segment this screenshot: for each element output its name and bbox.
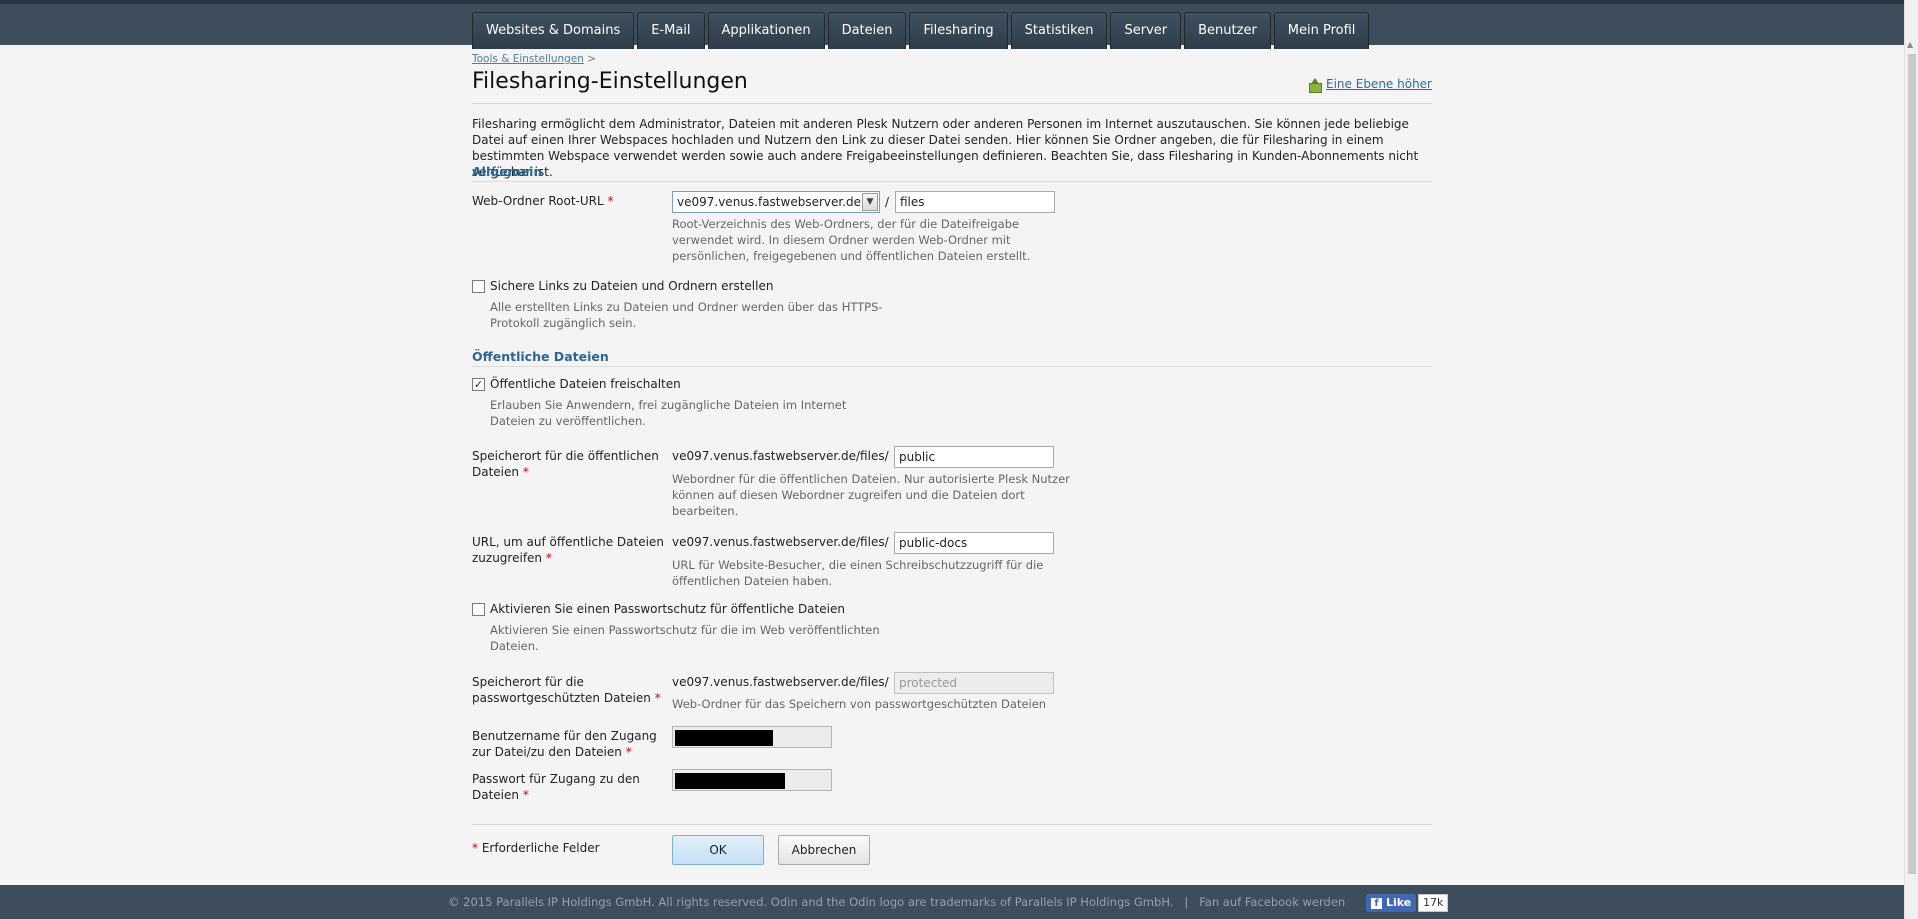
protected-location-input[interactable]: protected bbox=[894, 672, 1054, 694]
title-divider bbox=[472, 103, 1432, 104]
root-url-separator: / bbox=[885, 195, 890, 209]
facebook-fan-link[interactable]: Fan auf Facebook werden bbox=[1199, 895, 1345, 909]
tab-statistics[interactable]: Statistiken bbox=[1010, 12, 1108, 49]
password-input[interactable] bbox=[672, 769, 832, 791]
required-marker: * bbox=[545, 551, 552, 565]
redacted-value bbox=[675, 773, 785, 789]
breadcrumb-link-tools-settings[interactable]: Tools & Einstellungen bbox=[472, 53, 584, 65]
root-url-label: Web-Ordner Root-URL * bbox=[472, 193, 662, 209]
root-url-label-text: Web-Ordner Root-URL bbox=[472, 194, 604, 208]
tab-users[interactable]: Benutzer bbox=[1184, 12, 1271, 49]
redacted-value bbox=[675, 730, 773, 746]
enable-public-files-label: Öffentliche Dateien freischalten bbox=[490, 377, 681, 391]
required-marker: * bbox=[472, 841, 478, 855]
username-label: Benutzername für den Zugang zur Datei/zu… bbox=[472, 728, 667, 760]
tab-email[interactable]: E-Mail bbox=[637, 12, 705, 49]
secure-links-hint: Alle erstellten Links zu Dateien und Ord… bbox=[490, 300, 883, 330]
ok-button[interactable]: OK bbox=[672, 835, 764, 865]
tab-files[interactable]: Dateien bbox=[827, 12, 907, 49]
up-level-link[interactable]: Eine Ebene höher bbox=[1308, 77, 1432, 93]
top-navigation-bar: Websites & Domains E-Mail Applikationen … bbox=[0, 0, 1918, 49]
tab-server[interactable]: Server bbox=[1110, 12, 1182, 49]
enable-public-files-checkbox[interactable]: ✓ bbox=[472, 378, 485, 391]
username-input[interactable] bbox=[672, 726, 832, 748]
root-url-folder-input[interactable]: files bbox=[895, 191, 1055, 213]
public-url-input[interactable]: public-docs bbox=[894, 532, 1054, 554]
protected-location-label: Speicherort für die passwortgeschützten … bbox=[472, 674, 667, 706]
protected-location-hint: Web-Ordner für das Speichern von passwor… bbox=[672, 697, 1047, 711]
cancel-button[interactable]: Abbrechen bbox=[778, 835, 870, 865]
public-url-hint: URL für Website-Besucher, die einen Schr… bbox=[672, 558, 1044, 588]
breadcrumb: Tools & Einstellungen > bbox=[472, 53, 596, 65]
level-up-icon bbox=[1308, 77, 1323, 93]
up-level-label: Eine Ebene höher bbox=[1326, 77, 1432, 91]
section-title-general: Allgemein bbox=[472, 164, 1432, 182]
footer-divider: | bbox=[1184, 895, 1189, 909]
facebook-like-button[interactable]: f Like bbox=[1366, 894, 1417, 912]
protected-location-prefix: ve097.venus.fastwebserver.de/files/ bbox=[672, 675, 889, 689]
password-label-text: Passwort für Zugang zu den Dateien bbox=[472, 772, 640, 802]
public-url-prefix: ve097.venus.fastwebserver.de/files/ bbox=[672, 535, 889, 549]
required-marker: * bbox=[522, 788, 529, 802]
password-protect-checkbox[interactable] bbox=[472, 603, 485, 616]
required-fields-note: * Erforderliche Felder bbox=[472, 840, 600, 856]
required-marker: * bbox=[654, 691, 661, 705]
password-protect-label: Aktivieren Sie einen Passwortschutz für … bbox=[490, 602, 845, 616]
like-count: 17k bbox=[1418, 894, 1449, 912]
tab-filesharing[interactable]: Filesharing bbox=[909, 12, 1008, 49]
public-location-input[interactable]: public bbox=[894, 446, 1054, 468]
scroll-up-icon[interactable]: ▲ bbox=[1907, 40, 1913, 49]
password-label: Passwort für Zugang zu den Dateien * bbox=[472, 771, 667, 803]
secure-links-checkbox[interactable] bbox=[472, 280, 485, 293]
form-divider bbox=[472, 824, 1432, 825]
main-nav: Websites & Domains E-Mail Applikationen … bbox=[472, 12, 1372, 49]
public-location-hint: Webordner für die öffentlichen Dateien. … bbox=[672, 472, 1070, 518]
root-url-hint: Root-Verzeichnis des Web-Ordners, der fü… bbox=[672, 217, 1031, 263]
tab-my-profile[interactable]: Mein Profil bbox=[1273, 12, 1370, 49]
required-marker: * bbox=[625, 745, 632, 759]
required-marker: * bbox=[522, 465, 529, 479]
root-url-domain-select[interactable]: ve097.venus.fastwebserver.de ▼ bbox=[672, 191, 880, 213]
required-marker: * bbox=[607, 194, 614, 208]
public-url-label-text: URL, um auf öffentliche Dateien zuzugrei… bbox=[472, 535, 664, 565]
scrollbar-thumb[interactable] bbox=[1908, 54, 1916, 874]
tab-websites-domains[interactable]: Websites & Domains bbox=[472, 12, 635, 49]
breadcrumb-separator: > bbox=[587, 53, 597, 65]
chevron-down-icon: ▼ bbox=[862, 193, 878, 211]
copyright-text: © 2015 Parallels IP Holdings GmbH. All r… bbox=[448, 895, 1174, 909]
facebook-icon: f bbox=[1371, 897, 1382, 909]
enable-public-files-hint: Erlauben Sie Anwendern, frei zugängliche… bbox=[490, 398, 847, 428]
public-location-label: Speicherort für die öffentlichen Dateien… bbox=[472, 448, 667, 480]
footer: © 2015 Parallels IP Holdings GmbH. All r… bbox=[0, 885, 1904, 919]
public-location-label-text: Speicherort für die öffentlichen Dateien bbox=[472, 449, 659, 479]
public-url-label: URL, um auf öffentliche Dateien zuzugrei… bbox=[472, 534, 667, 566]
required-fields-text: Erforderliche Felder bbox=[481, 841, 600, 855]
footer-text: © 2015 Parallels IP Holdings GmbH. All r… bbox=[448, 885, 1345, 919]
like-label: Like bbox=[1386, 896, 1412, 909]
password-protect-hint: Aktivieren Sie einen Passwortschutz für … bbox=[490, 623, 880, 653]
public-location-prefix: ve097.venus.fastwebserver.de/files/ bbox=[672, 449, 889, 463]
root-url-domain-value: ve097.venus.fastwebserver.de bbox=[677, 195, 862, 209]
tab-applications[interactable]: Applikationen bbox=[707, 12, 825, 49]
section-title-public-files: Öffentliche Dateien bbox=[472, 349, 1432, 367]
vertical-scrollbar[interactable]: ▲ bbox=[1904, 0, 1918, 919]
secure-links-label: Sichere Links zu Dateien und Ordnern ers… bbox=[490, 279, 774, 293]
protected-location-label-text: Speicherort für die passwortgeschützten … bbox=[472, 675, 651, 705]
page-title: Filesharing-Einstellungen bbox=[472, 69, 748, 94]
